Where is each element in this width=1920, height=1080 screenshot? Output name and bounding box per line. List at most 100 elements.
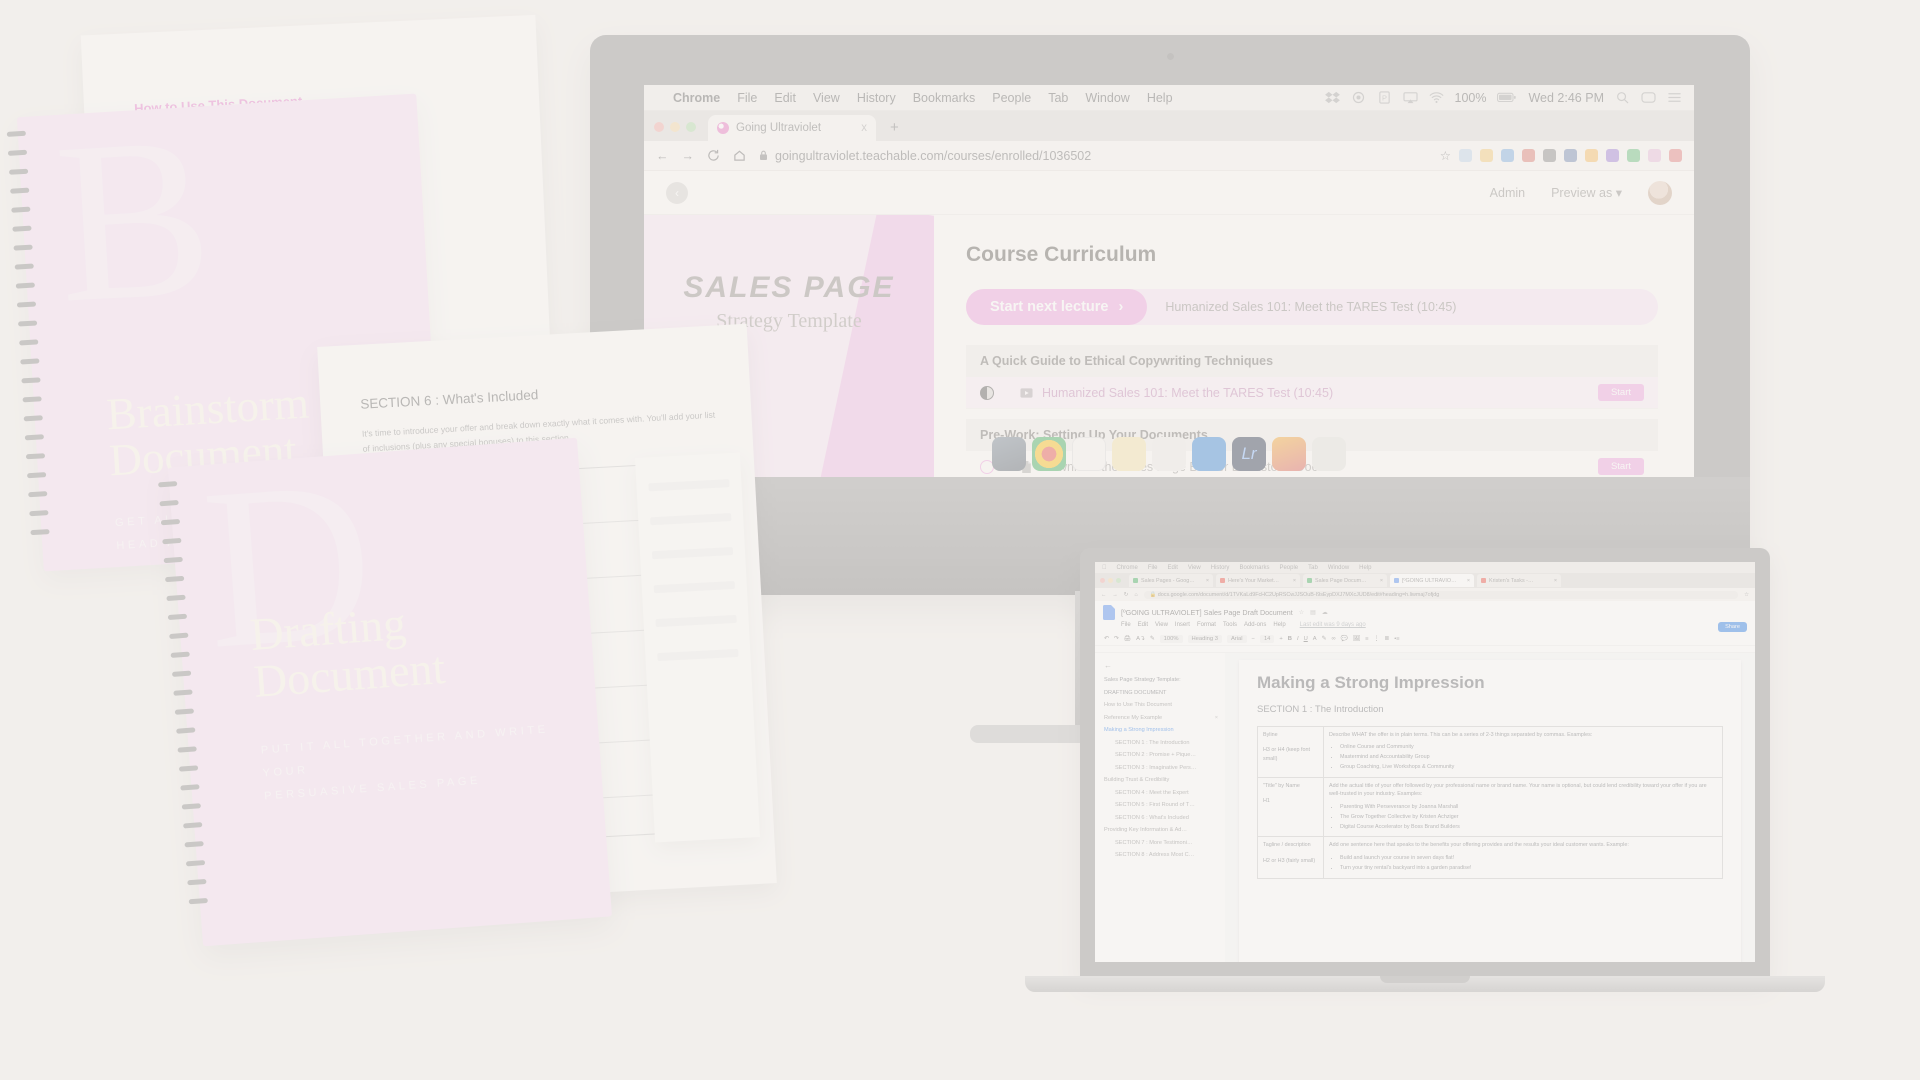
laptop-menu-view[interactable]: View [1188, 565, 1201, 571]
laptop-tab-close-icon[interactable]: × [1554, 578, 1557, 584]
outline-item[interactable]: SECTION 8 : Address Most C… [1104, 852, 1218, 858]
notification-center-icon[interactable] [1667, 91, 1682, 104]
forward-button[interactable]: → [682, 149, 695, 163]
menu-tab[interactable]: Tab [1048, 91, 1068, 105]
home-icon[interactable] [733, 149, 746, 162]
extension-icon-7[interactable] [1585, 149, 1598, 162]
control-center-icon[interactable] [1641, 91, 1656, 104]
preview-as-dropdown[interactable]: Preview as ▾ [1551, 185, 1622, 200]
extension-icon-10[interactable] [1648, 149, 1661, 162]
laptop-browser-tab[interactable]: Sales Pages - Goog… × [1129, 574, 1213, 587]
laptop-menu-file[interactable]: File [1148, 565, 1158, 571]
gdocs-numbered-list-icon[interactable]: ≣ [1384, 636, 1389, 642]
menu-file[interactable]: File [737, 91, 757, 105]
menu-help[interactable]: Help [1147, 91, 1173, 105]
menu-view[interactable]: View [813, 91, 840, 105]
lecture-start-button[interactable]: Start [1597, 384, 1644, 401]
laptop-tab-close-icon[interactable]: × [1380, 578, 1383, 584]
close-window-button[interactable] [654, 122, 664, 132]
outline-item-close-icon[interactable]: × [1215, 715, 1218, 721]
laptop-menu-help[interactable]: Help [1359, 565, 1371, 571]
laptop-bookmark-star-icon[interactable]: ☆ [1744, 592, 1749, 598]
dock-reminders-icon[interactable] [1152, 437, 1186, 471]
laptop-tab-close-icon[interactable]: × [1206, 578, 1209, 584]
laptop-browser-tab[interactable]: Here's Your Market… × [1216, 574, 1300, 587]
gdocs-menu-view[interactable]: View [1155, 622, 1168, 632]
laptop-menu-history[interactable]: History [1211, 565, 1230, 571]
gdocs-menu-tools[interactable]: Tools [1223, 622, 1237, 632]
gdocs-print-icon[interactable]: 🖨 [1124, 636, 1131, 642]
gdocs-bold-button[interactable]: B [1288, 636, 1292, 642]
gdocs-underline-button[interactable]: U [1304, 636, 1308, 642]
laptop-menu-tab[interactable]: Tab [1308, 565, 1318, 571]
gdocs-spellcheck-icon[interactable]: A↴ [1136, 636, 1145, 642]
airplay-icon[interactable] [1402, 91, 1418, 104]
extension-icon-8[interactable] [1606, 149, 1619, 162]
gdocs-text-color-button[interactable]: A [1313, 636, 1317, 642]
extension-icon-9[interactable] [1627, 149, 1640, 162]
gdocs-outline-collapse-icon[interactable]: ← [1104, 661, 1218, 670]
start-next-lecture-button[interactable]: Start next lecture › [966, 289, 1148, 325]
cloud-sync-icon[interactable] [1351, 91, 1366, 104]
laptop-reload-icon[interactable]: ↻ [1124, 592, 1129, 598]
gdocs-menu-insert[interactable]: Insert [1175, 622, 1190, 632]
gdocs-star-icon[interactable]: ☆ [1299, 609, 1304, 616]
menu-window[interactable]: Window [1085, 91, 1129, 105]
gdocs-last-edit-label[interactable]: Last edit was 9 days ago [1300, 622, 1366, 632]
extension-icon-11[interactable] [1669, 149, 1682, 162]
menu-bookmarks[interactable]: Bookmarks [913, 91, 976, 105]
gdocs-bulleted-list-icon[interactable]: •≡ [1394, 636, 1399, 642]
menu-chrome[interactable]: Chrome [673, 91, 720, 105]
menu-edit[interactable]: Edit [774, 91, 796, 105]
laptop-menu-bookmarks[interactable]: Bookmarks [1239, 565, 1269, 571]
gdocs-align-icon[interactable]: ≡ [1365, 636, 1368, 642]
new-tab-button[interactable]: + [876, 119, 911, 141]
dock-trash-icon[interactable] [1312, 437, 1346, 471]
outline-item[interactable]: Building Trust & Credibility [1104, 777, 1218, 783]
laptop-tab-close-icon[interactable]: × [1293, 578, 1296, 584]
gdocs-menu-format[interactable]: Format [1197, 622, 1216, 632]
dock-chrome-icon[interactable] [1032, 437, 1066, 471]
window-controls[interactable] [654, 122, 696, 141]
gdocs-insert-link-icon[interactable]: ∞ [1332, 636, 1336, 642]
outline-item[interactable]: SECTION 2 : Promise + Pique… [1104, 752, 1218, 758]
gdocs-menu-file[interactable]: File [1121, 622, 1131, 632]
course-back-button[interactable]: ‹ [666, 181, 688, 204]
gdocs-share-button[interactable]: Share [1718, 622, 1747, 632]
dock-finder-icon[interactable] [992, 437, 1026, 471]
extension-icon-1[interactable] [1459, 149, 1472, 162]
laptop-home-icon[interactable]: ⌂ [1134, 592, 1137, 598]
gdocs-font-size-value[interactable]: 14 [1259, 634, 1275, 643]
outline-item[interactable]: Sales Page Strategy Template: [1104, 677, 1218, 683]
laptop-close-window-button[interactable] [1100, 578, 1105, 583]
laptop-window-controls[interactable] [1100, 578, 1121, 583]
dock-mail-icon[interactable] [1192, 437, 1226, 471]
extension-icon-2[interactable] [1480, 149, 1493, 162]
user-avatar[interactable] [1648, 180, 1672, 205]
gdocs-style-select[interactable]: Heading 3 [1187, 634, 1222, 643]
dropbox-icon[interactable] [1324, 91, 1340, 104]
laptop-maximize-window-button[interactable] [1116, 578, 1121, 583]
gdocs-move-to-drive-icon[interactable]: ▤ [1310, 609, 1316, 616]
laptop-menu-edit[interactable]: Edit [1168, 565, 1178, 571]
address-bar[interactable]: goingultraviolet.teachable.com/courses/e… [759, 149, 1427, 163]
laptop-browser-tab[interactable]: [ºGOING ULTRAVIO… × [1390, 574, 1474, 587]
close-tab-icon[interactable]: x [861, 122, 867, 134]
gdocs-document-title[interactable]: [ºGOING ULTRAVIOLET] Sales Page Draft Do… [1121, 608, 1293, 617]
gdocs-ruler[interactable] [1095, 646, 1755, 653]
gdocs-document-page[interactable]: Making a Strong Impression SECTION 1 : T… [1239, 660, 1741, 962]
gdocs-menu-help[interactable]: Help [1273, 622, 1285, 632]
laptop-browser-tab[interactable]: Sales Page Docum… × [1303, 574, 1387, 587]
gdocs-redo-icon[interactable]: ↷ [1114, 636, 1119, 642]
menu-people[interactable]: People [992, 91, 1031, 105]
extension-icon-4[interactable] [1522, 149, 1535, 162]
outline-item[interactable]: SECTION 4 : Meet the Expert [1104, 790, 1218, 796]
extension-icon-3[interactable] [1501, 149, 1514, 162]
battery-icon[interactable] [1497, 91, 1517, 104]
outline-item[interactable]: SECTION 3 : Imaginative Pers… [1104, 765, 1218, 771]
laptop-menu-window[interactable]: Window [1328, 565, 1349, 571]
outline-item[interactable]: How to Use This Document [1104, 702, 1218, 708]
laptop-apple-logo-icon[interactable]:  [1102, 565, 1107, 571]
bookmark-star-icon[interactable]: ☆ [1440, 148, 1451, 163]
lecture-row[interactable]: Humanized Sales 101: Meet the TARES Test… [966, 377, 1658, 409]
